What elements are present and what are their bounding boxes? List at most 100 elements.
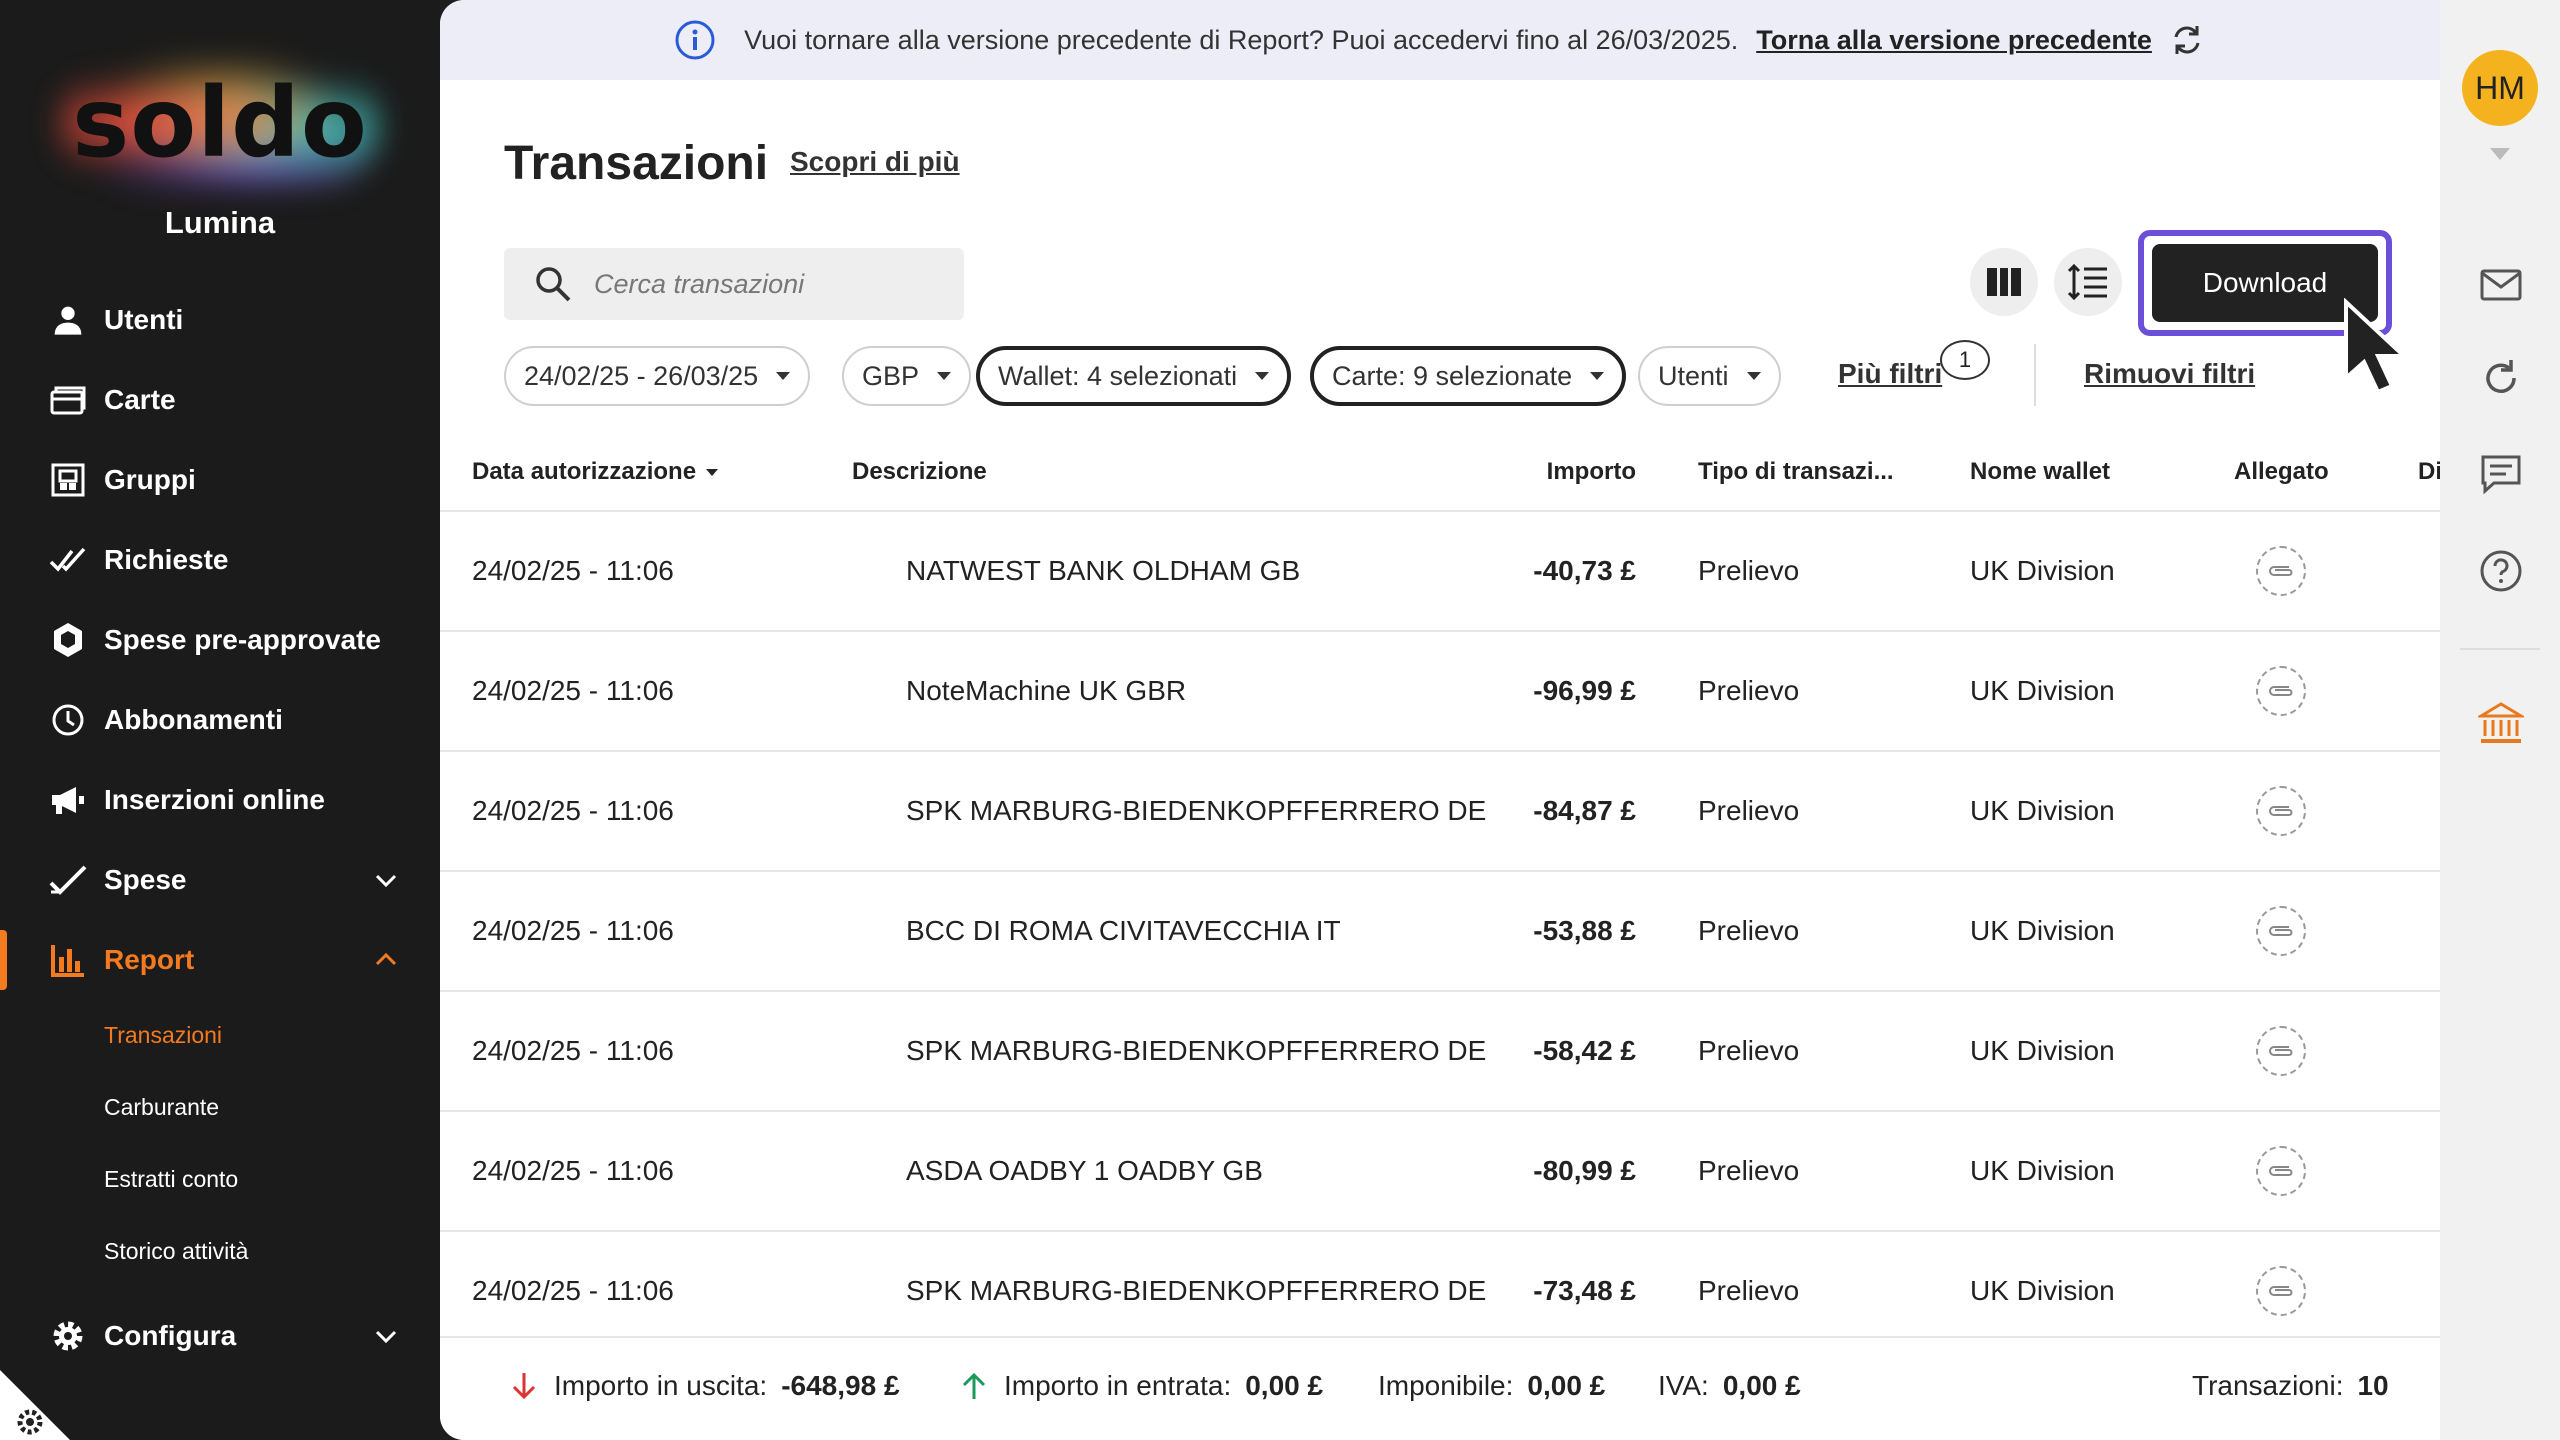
mail-icon[interactable] (2478, 262, 2524, 308)
cell-attachment[interactable] (2256, 992, 2306, 1110)
cell-attachment[interactable] (2256, 872, 2306, 990)
columns-button[interactable] (1970, 248, 2038, 316)
sidebar-item-richieste[interactable]: Richieste (0, 528, 440, 592)
sync-icon[interactable] (2168, 21, 2206, 59)
table-row[interactable]: 24/02/25 - 11:06 SPK MARBURG-BIEDENKOPFF… (440, 1232, 2440, 1352)
sidebar-subitem-carburante[interactable]: Carburante (104, 1094, 219, 1121)
column-header-attachment[interactable]: Allegato (2234, 458, 2329, 486)
cell-attachment[interactable] (2256, 632, 2306, 750)
cell-attachment[interactable] (2256, 512, 2306, 630)
caret-down-icon (1590, 372, 1605, 380)
wallet-filter-value: Wallet: 4 selezionati (998, 360, 1238, 391)
previous-version-link[interactable]: Torna alla versione precedente (1756, 25, 2152, 56)
attachment-icon[interactable] (2256, 1266, 2306, 1316)
cell-type: Prelievo (1698, 555, 1800, 586)
sidebar-item-utenti[interactable]: Utenti (0, 288, 440, 352)
sidebar-item-inserzioni-online[interactable]: Inserzioni online (0, 768, 440, 832)
divider (2034, 344, 2036, 406)
cards-filter[interactable]: Carte: 9 selezionate (1310, 346, 1627, 406)
cell-wallet: UK Division (1970, 915, 2115, 946)
row-density-button[interactable] (2054, 248, 2122, 316)
caret-down-icon (776, 372, 791, 380)
sidebar-item-label: Carte (104, 384, 176, 415)
table-row[interactable]: 24/02/25 - 11:06 BCC DI ROMA CIVITAVECCH… (440, 872, 2440, 992)
search-input[interactable] (594, 268, 954, 300)
cell-type: Prelievo (1698, 1155, 1800, 1186)
users-filter-value: Utenti (1658, 360, 1729, 391)
mouse-cursor-icon (2344, 298, 2410, 395)
count-label: Transazioni: (2192, 1370, 2344, 1401)
cell-amount: -58,42 £ (1533, 1035, 1636, 1066)
table-row[interactable]: 24/02/25 - 11:06 ASDA OADBY 1 OADBY GB -… (440, 1112, 2440, 1232)
cell-wallet: UK Division (1970, 795, 2115, 826)
cell-wallet: UK Division (1970, 675, 2115, 706)
sidebar-item-carte[interactable]: Carte (0, 368, 440, 432)
attachment-icon[interactable] (2256, 906, 2306, 956)
date-range-value: 24/02/25 - 26/03/25 (524, 360, 759, 391)
attachment-icon[interactable] (2256, 1026, 2306, 1076)
column-header-amount[interactable]: Importo (1480, 458, 1636, 486)
cell-attachment[interactable] (2256, 1112, 2306, 1230)
sidebar-subitem-estratti-conto[interactable]: Estratti conto (104, 1166, 238, 1193)
page-title: Transazioni (504, 137, 769, 190)
check-icon (48, 860, 88, 900)
soldo-logo[interactable]: soldo (60, 58, 380, 188)
attachment-icon[interactable] (2256, 666, 2306, 716)
sidebar-item-spese-pre-approvate[interactable]: Spese pre-approvate (0, 608, 440, 672)
refresh-icon[interactable] (2478, 356, 2524, 402)
outgoing-value: -648,98 £ (781, 1370, 900, 1401)
caret-down-icon[interactable] (2490, 148, 2510, 160)
more-filters-link[interactable]: Più filtri (1838, 358, 1942, 390)
arrow-down-icon (512, 1373, 536, 1400)
column-header-wallet[interactable]: Nome wallet (1970, 458, 2110, 486)
sidebar-item-abbonamenti[interactable]: Abbonamenti (0, 688, 440, 752)
cell-amount: -73,48 £ (1533, 1275, 1636, 1306)
column-header-extra[interactable]: Di (2418, 458, 2440, 486)
help-icon[interactable] (2478, 548, 2524, 594)
attachment-icon[interactable] (2256, 786, 2306, 836)
cell-amount: -53,88 £ (1533, 915, 1636, 946)
chat-icon[interactable] (2478, 452, 2524, 498)
cell-description: SPK MARBURG-BIEDENKOPFFERRERO DE (906, 1035, 1487, 1066)
cell-type: Prelievo (1698, 795, 1800, 826)
table-row[interactable]: 24/02/25 - 11:06 NoteMachine UK GBR -96,… (440, 632, 2440, 752)
table-row[interactable]: 24/02/25 - 11:06 SPK MARBURG-BIEDENKOPFF… (440, 992, 2440, 1112)
outgoing-total: Importo in uscita: -648,98 £ (508, 1370, 900, 1402)
sidebar-subitem-storico-attivita[interactable]: Storico attività (104, 1238, 248, 1265)
cell-description: SPK MARBURG-BIEDENKOPFFERRERO DE (906, 795, 1487, 826)
sidebar-item-spese[interactable]: Spese (0, 848, 440, 912)
date-range-filter[interactable]: 24/02/25 - 26/03/25 (504, 346, 811, 406)
table-row[interactable]: 24/02/25 - 11:06 NATWEST BANK OLDHAM GB … (440, 512, 2440, 632)
sidebar-item-label: Richieste (104, 544, 229, 575)
cell-attachment[interactable] (2256, 1232, 2306, 1350)
cell-attachment[interactable] (2256, 752, 2306, 870)
double-check-icon (48, 540, 88, 580)
clear-filters-link[interactable]: Rimuovi filtri (2084, 358, 2255, 390)
search-box[interactable] (504, 248, 964, 320)
settings-corner[interactable] (0, 1340, 100, 1440)
users-filter[interactable]: Utenti (1638, 346, 1781, 406)
column-header-description[interactable]: Descrizione (852, 458, 987, 486)
transaction-count: Transazioni: 10 (2192, 1370, 2389, 1402)
sidebar-subitem-transazioni[interactable]: Transazioni (104, 1022, 222, 1049)
outgoing-label: Importo in uscita: (554, 1370, 768, 1401)
wallet-filter[interactable]: Wallet: 4 selezionati (976, 346, 1292, 406)
column-header-date[interactable]: Data autorizzazione (472, 458, 719, 486)
avatar[interactable]: HM (2462, 50, 2538, 126)
cell-date: 24/02/25 - 11:06 (472, 1035, 674, 1066)
attachment-icon[interactable] (2256, 1146, 2306, 1196)
table-row[interactable]: 24/02/25 - 11:06 SPK MARBURG-BIEDENKOPFF… (440, 752, 2440, 872)
cell-date: 24/02/25 - 11:06 (472, 1155, 674, 1186)
column-header-label: Data autorizzazione (472, 458, 697, 485)
bank-icon[interactable] (2478, 700, 2524, 746)
sidebar-item-report[interactable]: Report (0, 928, 440, 992)
column-header-type[interactable]: Tipo di transazi... (1698, 458, 1894, 486)
organization-name: Lumina (164, 205, 276, 240)
sidebar-item-gruppi[interactable]: Gruppi (0, 448, 440, 512)
attachment-icon[interactable] (2256, 546, 2306, 596)
bar-chart-icon (48, 940, 88, 980)
cell-description: NATWEST BANK OLDHAM GB (906, 555, 1301, 586)
currency-filter[interactable]: GBP (842, 346, 972, 406)
rail-divider (2460, 648, 2540, 650)
learn-more-link[interactable]: Scopri di più (790, 146, 960, 178)
